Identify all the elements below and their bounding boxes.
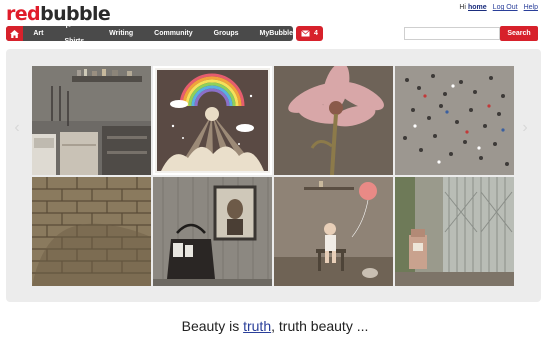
search-input[interactable]: [404, 27, 500, 40]
stone-wall-artwork: [32, 177, 151, 286]
nav-item-tshirts[interactable]: T-Shirts: [64, 19, 88, 49]
nav-item-groups[interactable]: Groups: [214, 26, 239, 41]
flower-artwork: [274, 66, 393, 175]
gallery-tile-flower[interactable]: [274, 66, 393, 175]
gallery-tile-gas-pump[interactable]: [395, 177, 514, 286]
nav-item-community[interactable]: Community: [154, 26, 193, 41]
caption-truth-link[interactable]: truth: [243, 318, 271, 334]
search-button[interactable]: Search: [500, 26, 538, 41]
gallery-grid: [32, 66, 514, 287]
messages-count: 4: [314, 30, 318, 37]
gallery-tile-handbag[interactable]: [153, 177, 272, 286]
user-home-link[interactable]: home: [468, 4, 487, 11]
balloon-artwork: [274, 177, 393, 286]
messages-button[interactable]: 4: [296, 26, 323, 41]
rainbow-artwork: [153, 66, 272, 175]
nav-home-button[interactable]: [6, 26, 24, 41]
logout-link[interactable]: Log Out: [493, 4, 518, 11]
nav-item-mybubble[interactable]: MyBubble: [260, 26, 293, 41]
gallery-tile-stone-wall[interactable]: [32, 177, 151, 286]
logo-part-red: red: [6, 3, 41, 25]
main-nav: Art T-Shirts Writing Community Groups My…: [6, 23, 293, 45]
handbag-artwork: [153, 177, 272, 286]
gallery-prev-arrow[interactable]: ‹: [12, 118, 22, 138]
crowd-artwork: [395, 66, 514, 175]
caption-text-after: , truth beauty ...: [271, 318, 369, 334]
help-link[interactable]: Help: [524, 4, 538, 11]
gas-pump-artwork: [395, 177, 514, 286]
kitchen-artwork: [32, 66, 151, 175]
gallery-tile-kitchen[interactable]: [32, 66, 151, 175]
greeting-text: Hi: [459, 4, 466, 11]
caption-text-before: Beauty is: [181, 318, 244, 334]
nav-item-art[interactable]: Art: [33, 26, 43, 41]
gallery-caption: Beauty is truth, truth beauty ...: [0, 318, 550, 334]
nav-item-writing[interactable]: Writing: [109, 26, 133, 41]
gallery-next-arrow[interactable]: ›: [520, 118, 530, 138]
envelope-icon: [301, 30, 310, 37]
gallery-tile-balloon[interactable]: [274, 177, 393, 286]
gallery-tile-crowd[interactable]: [395, 66, 514, 175]
home-icon: [10, 29, 20, 38]
user-links: Hi home Log Out Help: [459, 4, 538, 11]
gallery-tile-rainbow[interactable]: [153, 66, 272, 175]
redbubble-logo[interactable]: redbubble: [6, 3, 111, 25]
